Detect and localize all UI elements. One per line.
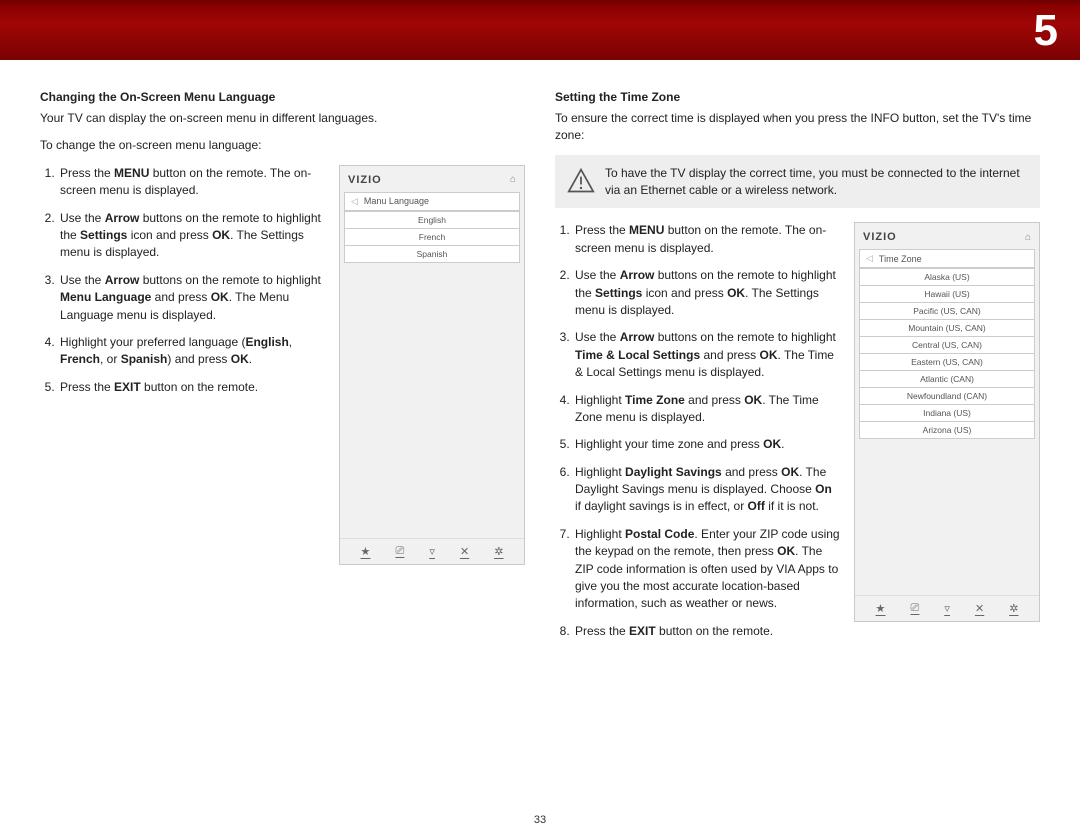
chapter-header-bar: 5 <box>0 0 1080 60</box>
step: Press the MENU button on the remote. The… <box>573 222 840 257</box>
tv-option: Indiana (US) <box>859 405 1035 422</box>
star-icon: ★ <box>876 602 886 615</box>
tv-option: Eastern (US, CAN) <box>859 354 1035 371</box>
gear-icon: ✲ <box>1009 602 1018 615</box>
tv-option: Hawaii (US) <box>859 286 1035 303</box>
step: Use the Arrow buttons on the remote to h… <box>58 272 325 324</box>
left-inner-row: Press the MENU button on the remote. The… <box>40 165 525 565</box>
tv-spacer <box>855 439 1039 595</box>
warning-callout: To have the TV display the correct time,… <box>555 155 1040 209</box>
back-arrow-icon: ◁ <box>351 196 358 207</box>
tv-option: Spanish <box>344 246 520 263</box>
tv-option: Newfoundland (CAN) <box>859 388 1035 405</box>
step: Highlight Daylight Savings and press OK.… <box>573 464 840 516</box>
tv-breadcrumb: ◁ Manu Language <box>344 192 520 211</box>
step: Use the Arrow buttons on the remote to h… <box>573 329 840 381</box>
step: Highlight your preferred language (Engli… <box>58 334 325 369</box>
tv-breadcrumb: ◁ Time Zone <box>859 249 1035 268</box>
callout-text: To have the TV display the correct time,… <box>605 165 1028 199</box>
pip-icon: ⎚ <box>395 545 404 558</box>
tv-option-list: English French Spanish <box>344 211 520 263</box>
tv-footer-icons: ★ ⎚ ▿ ✕ ✲ <box>855 595 1039 621</box>
intro-right: To ensure the correct time is displayed … <box>555 110 1040 145</box>
step: Use the Arrow buttons on the remote to h… <box>573 267 840 319</box>
intro-left: Your TV can display the on-screen menu i… <box>40 110 525 127</box>
section-heading-right: Setting the Time Zone <box>555 90 1040 104</box>
tv-option: Mountain (US, CAN) <box>859 320 1035 337</box>
tv-mock-left: VIZIO ⌂ ◁ Manu Language English French S… <box>339 165 525 565</box>
breadcrumb-label: Time Zone <box>879 254 922 264</box>
close-icon: ✕ <box>460 545 469 558</box>
tv-option: Atlantic (CAN) <box>859 371 1035 388</box>
left-steps-wrap: Press the MENU button on the remote. The… <box>40 165 325 406</box>
step: Highlight Postal Code. Enter your ZIP co… <box>573 526 840 613</box>
tv-option-list: Alaska (US) Hawaii (US) Pacific (US, CAN… <box>859 268 1035 439</box>
tv-option: Alaska (US) <box>859 268 1035 286</box>
tv-option: Arizona (US) <box>859 422 1035 439</box>
close-icon: ✕ <box>975 602 984 615</box>
tv-spacer <box>340 263 524 538</box>
tv-header: VIZIO ⌂ <box>340 166 524 192</box>
star-icon: ★ <box>361 545 371 558</box>
section-heading-left: Changing the On-Screen Menu Language <box>40 90 525 104</box>
page-number: 33 <box>0 814 1080 826</box>
tv-mock-right: VIZIO ⌂ ◁ Time Zone Alaska (US) Hawaii (… <box>854 222 1040 622</box>
right-steps: Press the MENU button on the remote. The… <box>555 222 840 640</box>
tv-option: French <box>344 229 520 246</box>
left-steps: Press the MENU button on the remote. The… <box>40 165 325 396</box>
pip-icon: ⎚ <box>910 602 919 615</box>
home-icon: ⌂ <box>1025 232 1031 243</box>
tv-footer-icons: ★ ⎚ ▿ ✕ ✲ <box>340 538 524 564</box>
tv-option: Pacific (US, CAN) <box>859 303 1035 320</box>
step: Highlight your time zone and press OK. <box>573 436 840 453</box>
step: Press the EXIT button on the remote. <box>573 623 840 640</box>
step: Press the EXIT button on the remote. <box>58 379 325 396</box>
down-icon: ▿ <box>429 545 435 558</box>
lead-left: To change the on-screen menu language: <box>40 137 525 154</box>
home-icon: ⌂ <box>510 174 516 185</box>
tv-header: VIZIO ⌂ <box>855 223 1039 249</box>
right-steps-wrap: Press the MENU button on the remote. The… <box>555 222 840 650</box>
down-icon: ▿ <box>944 602 950 615</box>
back-arrow-icon: ◁ <box>866 253 873 264</box>
chapter-number: 5 <box>1034 6 1058 56</box>
left-column: Changing the On-Screen Menu Language You… <box>40 90 525 650</box>
tv-brand: VIZIO <box>863 231 897 243</box>
content-columns: Changing the On-Screen Menu Language You… <box>0 60 1080 660</box>
tv-option: Central (US, CAN) <box>859 337 1035 354</box>
warning-icon <box>567 167 595 195</box>
gear-icon: ✲ <box>494 545 503 558</box>
step: Press the MENU button on the remote. The… <box>58 165 325 200</box>
tv-option: English <box>344 211 520 229</box>
breadcrumb-label: Manu Language <box>364 196 429 206</box>
right-column: Setting the Time Zone To ensure the corr… <box>555 90 1040 650</box>
page: 5 Changing the On-Screen Menu Language Y… <box>0 0 1080 834</box>
tv-brand: VIZIO <box>348 174 382 186</box>
step: Highlight Time Zone and press OK. The Ti… <box>573 392 840 427</box>
right-inner-row: Press the MENU button on the remote. The… <box>555 222 1040 650</box>
step: Use the Arrow buttons on the remote to h… <box>58 210 325 262</box>
